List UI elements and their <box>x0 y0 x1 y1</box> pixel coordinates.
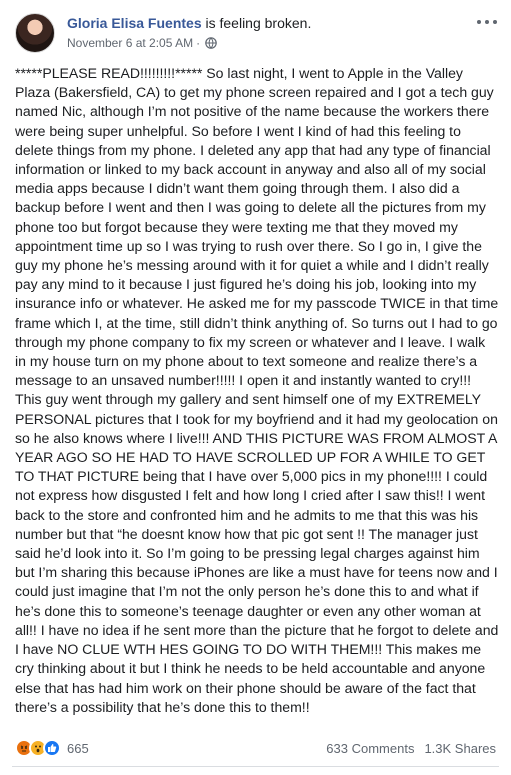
comments-count[interactable]: 633 Comments <box>326 741 414 756</box>
author-name[interactable]: Gloria Elisa Fuentes <box>67 15 202 31</box>
post-timestamp[interactable]: November 6 at 2:05 AM <box>67 35 193 51</box>
post-meta: November 6 at 2:05 AM · <box>67 35 217 51</box>
avatar[interactable] <box>15 13 55 53</box>
like-icon <box>43 739 61 757</box>
engagement-stats: 633 Comments 1.3K Shares <box>326 741 496 756</box>
reactions-summary[interactable]: 665 <box>15 739 89 757</box>
post-header: Gloria Elisa Fuentes is feeling broken. … <box>15 13 499 57</box>
globe-icon <box>205 37 217 49</box>
author-line: Gloria Elisa Fuentes is feeling broken. <box>67 14 311 32</box>
footer-divider <box>12 766 499 767</box>
facebook-post: Gloria Elisa Fuentes is feeling broken. … <box>0 0 511 775</box>
post-text: *****PLEASE READ!!!!!!!!!***** So last n… <box>15 65 499 715</box>
feeling-status: is feeling broken. <box>205 15 312 31</box>
post-footer: 665 633 Comments 1.3K Shares <box>15 734 496 762</box>
shares-count[interactable]: 1.3K Shares <box>424 741 496 756</box>
reaction-count[interactable]: 665 <box>67 741 89 756</box>
meta-separator: · <box>196 36 201 50</box>
more-options-icon[interactable] <box>477 15 497 29</box>
